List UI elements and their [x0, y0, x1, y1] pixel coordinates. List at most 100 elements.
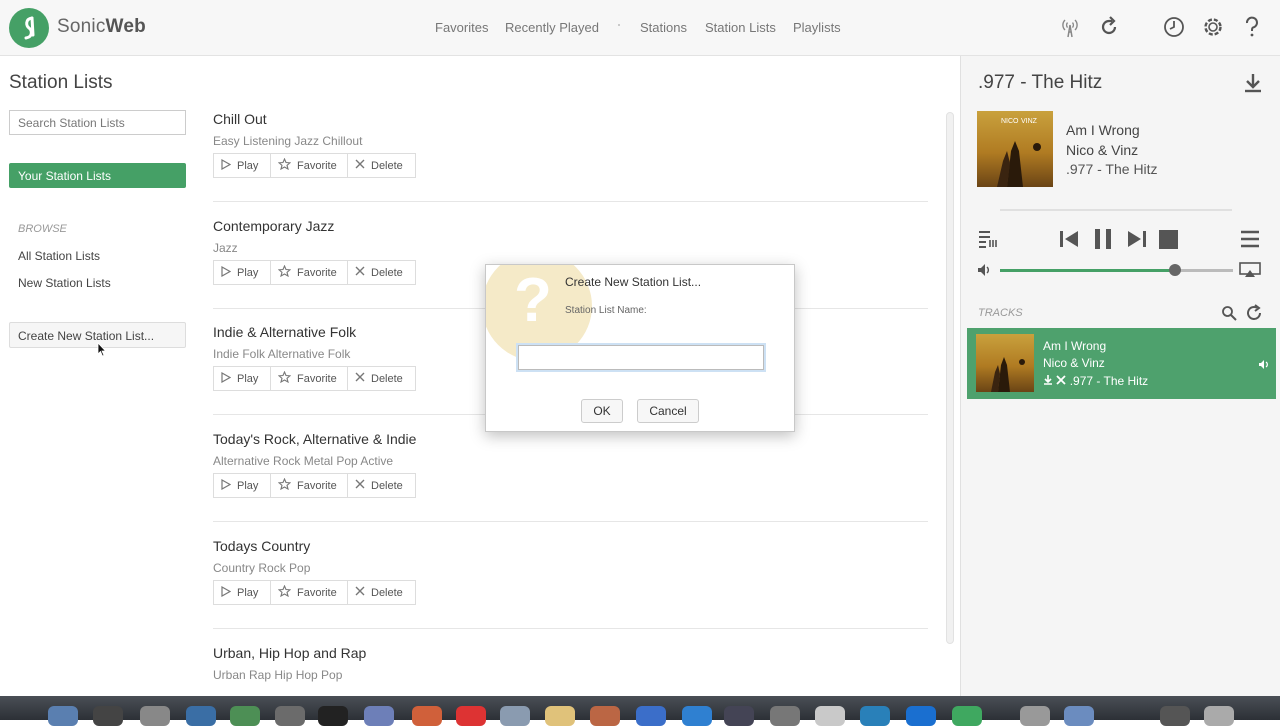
browse-new-station-lists[interactable]: New Station Lists: [18, 276, 111, 290]
station-actions: Play Favorite Delete: [213, 580, 416, 605]
airplay-icon[interactable]: [1239, 262, 1261, 283]
station-list-scrollbar[interactable]: [946, 112, 954, 644]
pause-icon[interactable]: [1092, 227, 1114, 256]
clock-icon[interactable]: [1162, 15, 1186, 39]
delete-button[interactable]: Delete: [347, 580, 416, 605]
track-station: .977 - The Hitz: [1069, 374, 1149, 388]
nav-favorites[interactable]: Favorites: [435, 20, 488, 35]
favorite-button[interactable]: Favorite: [270, 473, 348, 498]
station-name[interactable]: Indie & Alternative Folk: [213, 324, 356, 340]
station-name[interactable]: Chill Out: [213, 111, 267, 127]
remove-icon[interactable]: [1056, 374, 1066, 385]
nav-station-lists[interactable]: Station Lists: [705, 20, 776, 35]
station-tags: Indie Folk Alternative Folk: [213, 347, 351, 361]
volume-slider[interactable]: [1000, 264, 1233, 276]
track-album-art: [976, 334, 1034, 392]
station-name[interactable]: Urban, Hip Hop and Rap: [213, 645, 366, 661]
favorite-button[interactable]: Favorite: [270, 366, 348, 391]
track-title: Am I Wrong: [1043, 339, 1107, 353]
track-playing-speaker-icon: [1258, 357, 1270, 375]
play-button[interactable]: Play: [213, 260, 271, 285]
delete-button[interactable]: Delete: [347, 153, 416, 178]
dock-app-icon[interactable]: [545, 706, 575, 726]
station-name[interactable]: Todays Country: [213, 538, 310, 554]
volume-knob[interactable]: [1168, 264, 1181, 276]
dock-app-icon[interactable]: [230, 706, 260, 726]
play-button[interactable]: Play: [213, 153, 271, 178]
previous-track-icon[interactable]: [1058, 228, 1080, 255]
dock-app-icon[interactable]: [275, 706, 305, 726]
dock-app-icon[interactable]: [1204, 706, 1234, 726]
dock-app-icon[interactable]: [1020, 706, 1050, 726]
top-bar: SonicWeb Favorites Recently Played Stati…: [0, 0, 1280, 56]
help-icon[interactable]: [1240, 15, 1264, 39]
delete-button[interactable]: Delete: [347, 260, 416, 285]
signal-icon[interactable]: [1058, 15, 1082, 39]
track-source: .977 - The Hitz: [1043, 374, 1148, 388]
brand-name: SonicWeb: [57, 16, 146, 37]
next-track-icon[interactable]: [1126, 228, 1148, 255]
close-icon: [355, 159, 371, 172]
dock-app-icon[interactable]: [318, 706, 348, 726]
delete-button[interactable]: Delete: [347, 366, 416, 391]
nav-playlists[interactable]: Playlists: [793, 20, 841, 35]
station-name[interactable]: Today's Rock, Alternative & Indie: [213, 431, 416, 447]
ok-button[interactable]: OK: [581, 399, 623, 423]
star-icon: [277, 477, 297, 493]
station-tags: Country Rock Pop: [213, 561, 311, 575]
station-list-name-input[interactable]: [516, 343, 766, 372]
play-icon: [221, 585, 237, 600]
dock-app-icon[interactable]: [48, 706, 78, 726]
play-button[interactable]: Play: [213, 580, 271, 605]
stop-icon[interactable]: [1158, 229, 1180, 256]
nav-recently-played[interactable]: Recently Played: [505, 20, 599, 35]
delete-button[interactable]: Delete: [347, 473, 416, 498]
dock-app-icon[interactable]: [364, 706, 394, 726]
station-name[interactable]: Contemporary Jazz: [213, 218, 334, 234]
menu-icon[interactable]: [1240, 230, 1260, 253]
dock-app-icon[interactable]: [1064, 706, 1094, 726]
dock-app-icon[interactable]: [860, 706, 890, 726]
sync-icon[interactable]: [1245, 304, 1263, 327]
favorite-button[interactable]: Favorite: [270, 580, 348, 605]
dock-app-icon[interactable]: [500, 706, 530, 726]
search-tracks-icon[interactable]: [1221, 305, 1237, 326]
favorite-button[interactable]: Favorite: [270, 153, 348, 178]
dock-app-icon[interactable]: [815, 706, 845, 726]
star-icon: [277, 264, 297, 280]
volume-icon[interactable]: [977, 263, 993, 282]
station-actions: Play Favorite Delete: [213, 366, 416, 391]
queue-icon[interactable]: [977, 229, 999, 254]
dock-app-icon[interactable]: [456, 706, 486, 726]
close-icon: [355, 586, 371, 599]
dock-app-icon[interactable]: [590, 706, 620, 726]
dock-app-icon[interactable]: [412, 706, 442, 726]
dock-app-icon[interactable]: [906, 706, 936, 726]
dock-app-icon[interactable]: [724, 706, 754, 726]
nav-separator: [618, 19, 620, 33]
dock-app-icon[interactable]: [770, 706, 800, 726]
dock-app-icon[interactable]: [140, 706, 170, 726]
favorite-button[interactable]: Favorite: [270, 260, 348, 285]
search-input[interactable]: Search Station Lists: [9, 110, 186, 135]
dock-app-icon[interactable]: [93, 706, 123, 726]
close-icon: [355, 266, 371, 279]
play-button[interactable]: Play: [213, 366, 271, 391]
dock-app-icon[interactable]: [636, 706, 666, 726]
download-icon[interactable]: [1243, 72, 1263, 99]
dock-app-icon[interactable]: [952, 706, 982, 726]
browse-all-station-lists[interactable]: All Station Lists: [18, 249, 100, 263]
cancel-button[interactable]: Cancel: [637, 399, 699, 423]
your-station-lists-button[interactable]: Your Station Lists: [9, 163, 186, 188]
track-item[interactable]: Am I Wrong Nico & Vinz .977 - The Hitz: [967, 328, 1276, 399]
dock-app-icon[interactable]: [682, 706, 712, 726]
play-button[interactable]: Play: [213, 473, 271, 498]
sonicweb-logo[interactable]: [9, 8, 49, 48]
track-artist: Nico & Vinz: [1043, 356, 1105, 370]
dock-app-icon[interactable]: [186, 706, 216, 726]
refresh-icon[interactable]: [1097, 15, 1121, 39]
nav-stations[interactable]: Stations: [640, 20, 687, 35]
dock-app-icon[interactable]: [1160, 706, 1190, 726]
tracks-header: TRACKS: [978, 307, 1023, 319]
settings-icon[interactable]: [1201, 15, 1225, 39]
